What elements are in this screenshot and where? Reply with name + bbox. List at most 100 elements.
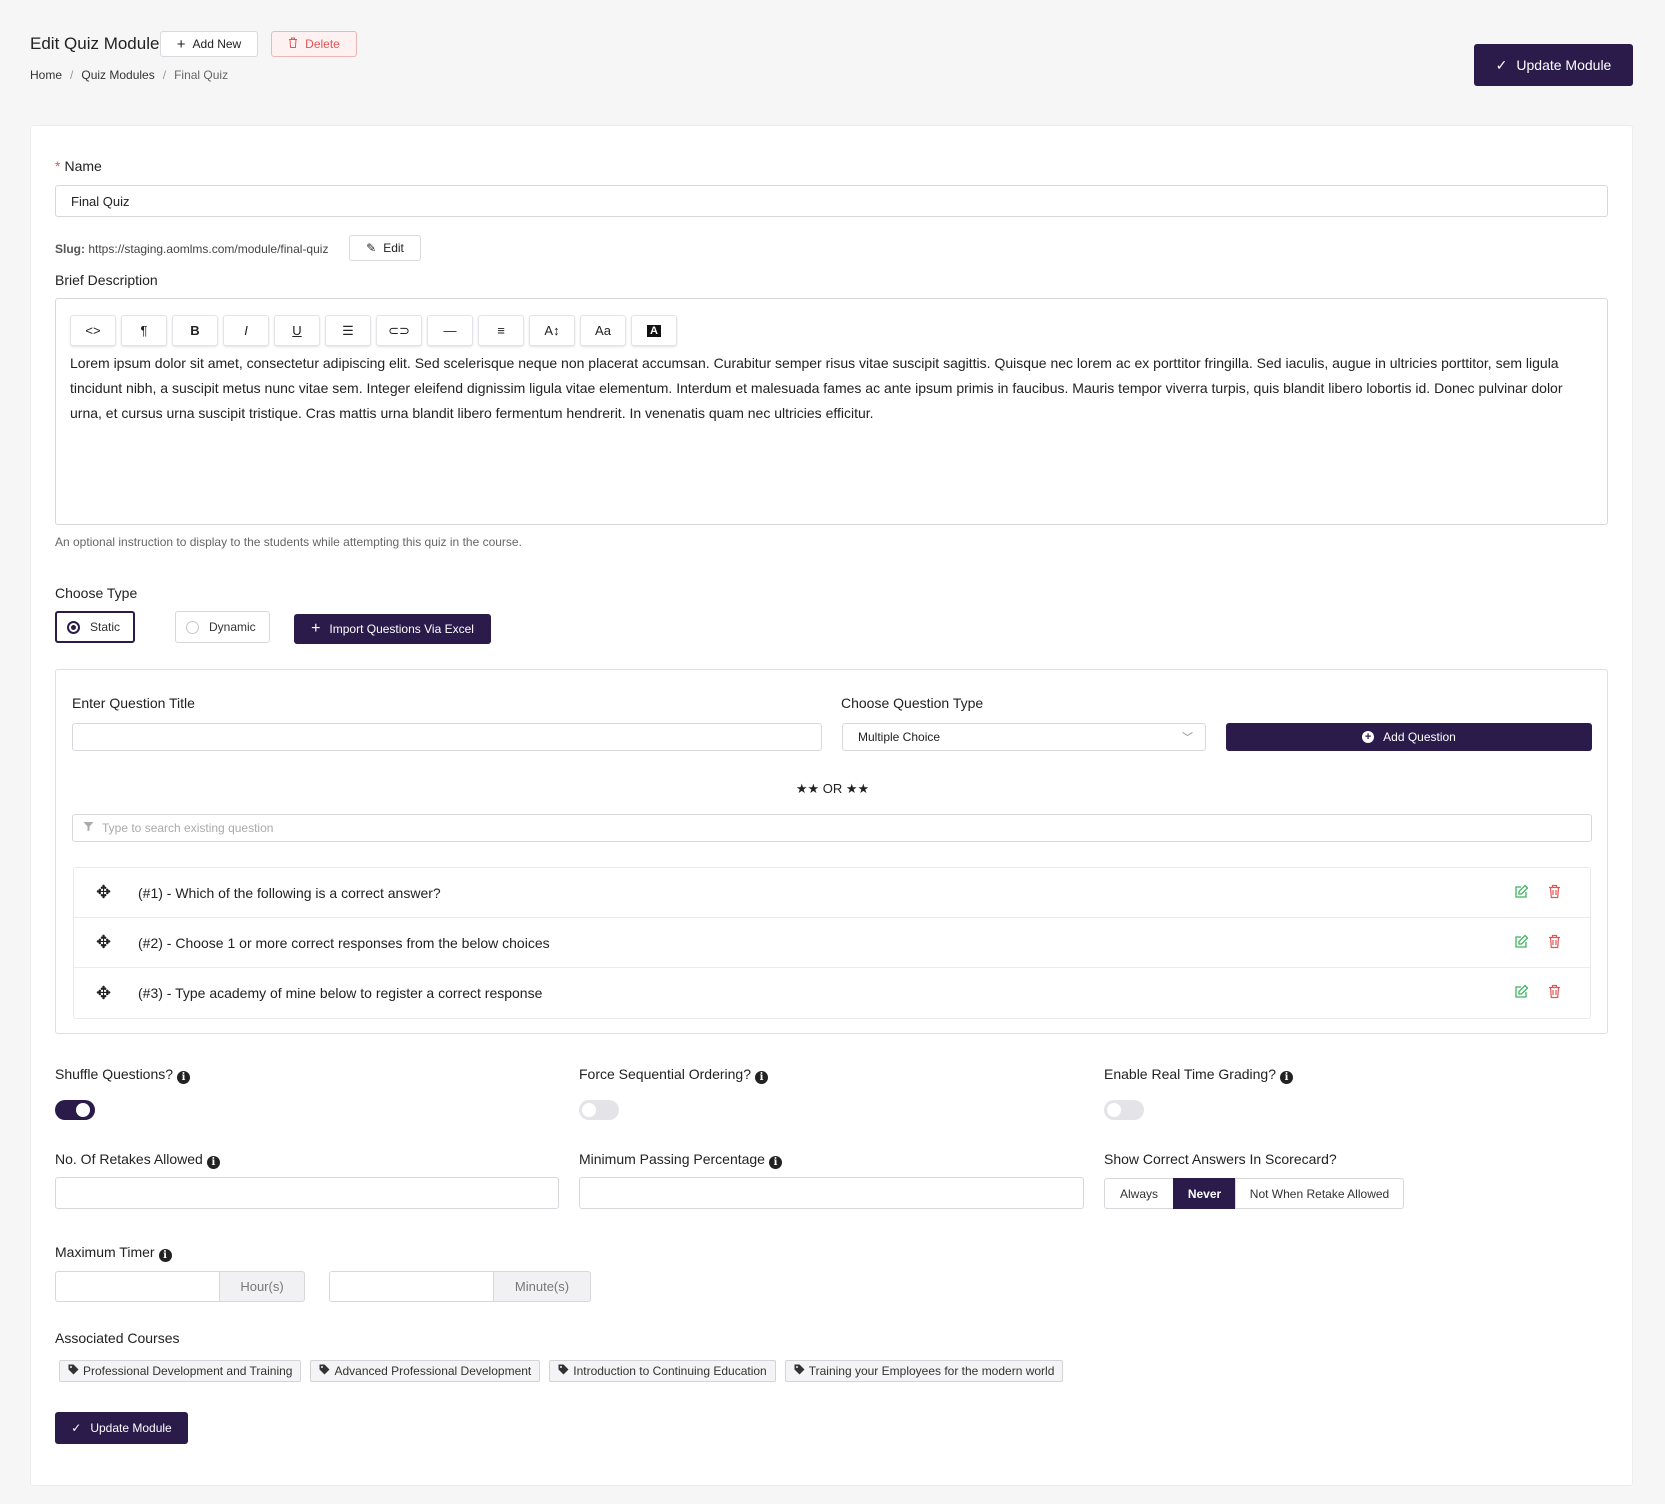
timer-hours-input[interactable]: [55, 1271, 220, 1302]
question-box: Enter Question Title Choose Question Typ…: [55, 669, 1608, 1034]
page-title: Edit Quiz Module: [30, 34, 160, 53]
italic-icon[interactable]: I: [223, 315, 269, 346]
courses-list: Professional Development and Training Adv…: [59, 1360, 1064, 1382]
trash-icon: [288, 37, 298, 51]
name-label: * Name: [55, 158, 102, 174]
text-color-icon[interactable]: A: [631, 315, 677, 346]
update-module-button-bottom[interactable]: ✓ Update Module: [55, 1412, 188, 1444]
radio-checked-icon: [67, 620, 80, 634]
course-tag: Training your Employees for the modern w…: [784, 1360, 1064, 1382]
add-question-button[interactable]: + Add Question: [1226, 723, 1592, 751]
breadcrumb-current: Final Quiz: [174, 68, 229, 82]
sequential-toggle[interactable]: [579, 1100, 619, 1120]
info-icon: i: [768, 1156, 782, 1169]
timer-minutes-input[interactable]: [329, 1271, 494, 1302]
edit-icon[interactable]: [1514, 984, 1529, 1002]
font-size-icon[interactable]: A↕: [529, 315, 575, 346]
description-hint: An optional instruction to display to th…: [55, 535, 522, 549]
description-label: Brief Description: [55, 272, 158, 288]
breadcrumb-home[interactable]: Home: [30, 68, 62, 82]
info-icon: i: [177, 1071, 191, 1084]
show-answers-not-when-retake[interactable]: Not When Retake Allowed: [1235, 1178, 1404, 1209]
name-input[interactable]: Final Quiz: [55, 185, 1608, 217]
breadcrumb-quiz-modules[interactable]: Quiz Modules: [81, 68, 154, 82]
question-title-input[interactable]: [72, 723, 822, 751]
bold-icon[interactable]: B: [172, 315, 218, 346]
retakes-label: No. Of Retakes Allowed i: [55, 1151, 220, 1169]
timer-label: Maximum Timer i: [55, 1244, 172, 1262]
info-icon: i: [206, 1156, 220, 1169]
chevron-down-icon: ﹀: [1182, 732, 1193, 744]
plus-icon: +: [176, 35, 186, 53]
slug-edit-button[interactable]: ✎ Edit: [349, 235, 421, 261]
description-editor[interactable]: <> ¶ B I U ☰ ⊂⊃ — ≡ A↕ Aa A Lorem ipsum dolor sit a…: [55, 298, 1608, 525]
link-icon[interactable]: ⊂⊃: [376, 315, 422, 346]
grading-label: Enable Real Time Grading? i: [1104, 1066, 1293, 1084]
plus-icon: +: [311, 620, 321, 637]
retakes-input[interactable]: [55, 1177, 559, 1209]
slug-text: Slug: https://staging.aomlms.com/module/…: [55, 242, 329, 256]
code-view-icon[interactable]: <>: [70, 315, 116, 346]
underline-icon[interactable]: U: [274, 315, 320, 346]
text-case-icon[interactable]: Aa: [580, 315, 626, 346]
horizontal-rule-icon[interactable]: —: [427, 315, 473, 346]
move-handle-icon[interactable]: ✥: [96, 983, 111, 1004]
edit-icon[interactable]: [1514, 884, 1529, 902]
tag-icon: [558, 1364, 569, 1378]
type-dynamic-radio[interactable]: Dynamic: [175, 611, 270, 643]
shuffle-label: Shuffle Questions? i: [55, 1066, 191, 1084]
radio-unchecked-icon: [186, 620, 199, 634]
question-type-label: Choose Question Type: [841, 695, 984, 711]
add-new-label: Add New: [192, 37, 242, 51]
grading-toggle[interactable]: [1104, 1100, 1144, 1120]
passing-label: Minimum Passing Percentage i: [579, 1151, 782, 1169]
hours-addon: Hour(s): [219, 1271, 305, 1302]
sequential-label: Force Sequential Ordering? i: [579, 1066, 768, 1084]
move-handle-icon[interactable]: ✥: [96, 882, 111, 903]
type-static-radio[interactable]: Static: [55, 611, 135, 643]
filter-icon: [83, 821, 94, 835]
question-row[interactable]: ✥ (#1) - Which of the following is a corr…: [74, 868, 1590, 918]
info-icon: i: [755, 1071, 768, 1084]
trash-icon[interactable]: [1548, 884, 1561, 902]
question-list: ✥ (#1) - Which of the following is a corr…: [73, 867, 1591, 1019]
question-title: (#3) - Type academy of mine below to reg…: [138, 985, 543, 1001]
question-title: (#1) - Which of the following is a corre…: [138, 884, 441, 901]
edit-icon[interactable]: [1514, 934, 1529, 952]
add-new-button[interactable]: + Add New: [160, 31, 258, 57]
plus-circle-icon: +: [1362, 731, 1375, 743]
pencil-icon: ✎: [366, 241, 377, 255]
info-icon: i: [158, 1249, 172, 1262]
info-icon: i: [1280, 1071, 1293, 1084]
course-tag: Professional Development and Training: [59, 1360, 302, 1382]
import-excel-button[interactable]: + Import Questions Via Excel: [294, 614, 491, 644]
delete-label: Delete: [305, 37, 340, 51]
breadcrumb: Home / Quiz Modules / Final Quiz: [30, 68, 229, 82]
question-type-select[interactable]: Multiple Choice ﹀: [842, 723, 1206, 751]
list-icon[interactable]: ☰: [325, 315, 371, 346]
course-tag: Advanced Professional Development: [310, 1360, 541, 1382]
question-title: (#2) - Choose 1 or more correct response…: [138, 934, 550, 951]
question-search-input[interactable]: Type to search existing question: [72, 814, 1592, 842]
delete-button[interactable]: Delete: [271, 31, 357, 57]
move-handle-icon[interactable]: ✥: [96, 932, 111, 953]
or-divider: ★★ OR ★★: [795, 781, 870, 796]
show-answers-always[interactable]: Always: [1104, 1178, 1174, 1209]
tag-icon: [68, 1364, 79, 1378]
check-icon: ✓: [1495, 56, 1508, 73]
course-tag: Introduction to Continuing Education: [549, 1360, 776, 1382]
show-answers-never[interactable]: Never: [1173, 1178, 1236, 1209]
question-row[interactable]: ✥ (#2) - Choose 1 or more correct respons…: [74, 918, 1590, 968]
trash-icon[interactable]: [1548, 984, 1561, 1002]
shuffle-toggle[interactable]: [55, 1100, 95, 1120]
align-icon[interactable]: ≡: [478, 315, 524, 346]
paragraph-icon[interactable]: ¶: [121, 315, 167, 346]
trash-icon[interactable]: [1548, 934, 1561, 952]
question-row[interactable]: ✥ (#3) - Type academy of mine below to re…: [74, 968, 1590, 1018]
passing-input[interactable]: [579, 1177, 1084, 1209]
update-module-button-top[interactable]: ✓ Update Module: [1474, 44, 1633, 86]
courses-label: Associated Courses: [55, 1330, 180, 1346]
minutes-addon: Minute(s): [493, 1271, 591, 1302]
description-text[interactable]: Lorem ipsum dolor sit amet, consectetur …: [70, 351, 1570, 426]
tag-icon: [794, 1364, 805, 1378]
